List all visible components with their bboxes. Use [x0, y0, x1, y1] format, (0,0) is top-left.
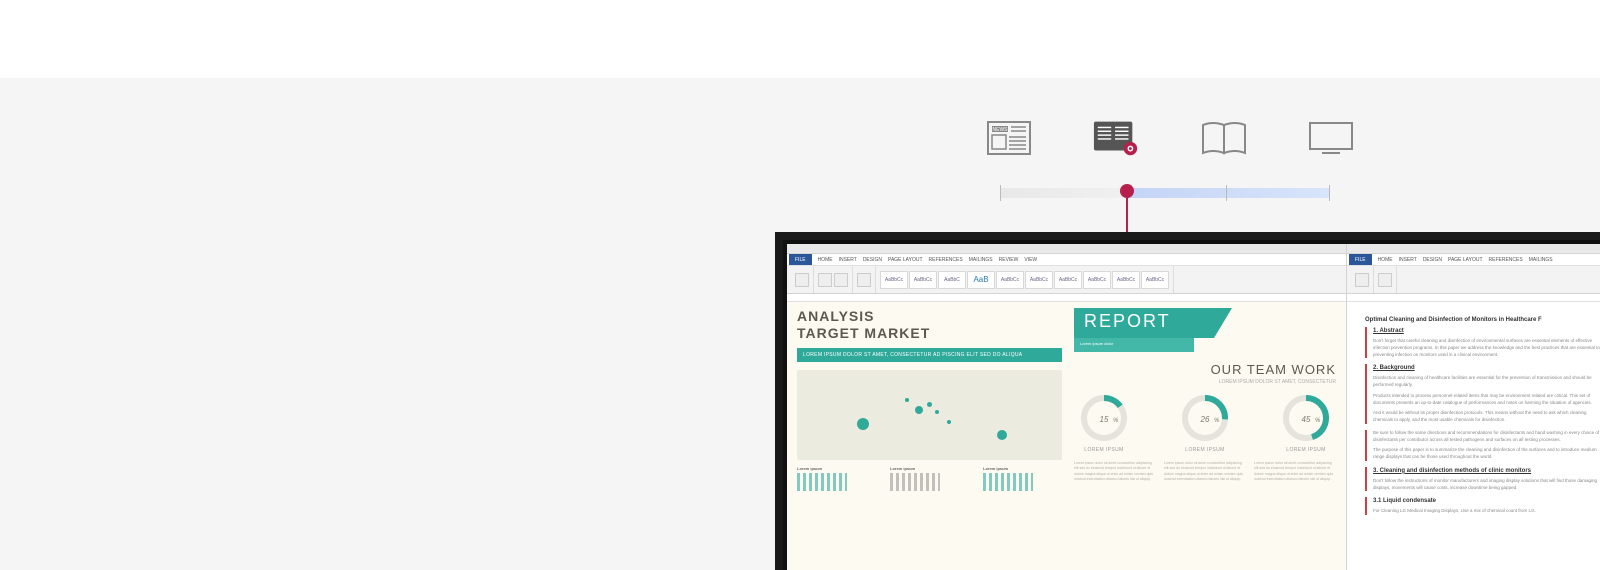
svg-text:NEWS: NEWS [993, 127, 1009, 133]
heading: 3.1 Liquid condensate [1373, 497, 1600, 506]
world-map [797, 370, 1062, 460]
ribbon-tab[interactable]: VIEW [1024, 257, 1037, 263]
ribbon-tab[interactable]: PAGE LAYOUT [1448, 257, 1483, 263]
legend-col: Lorem ipsum [983, 466, 1062, 491]
team-subtitle: LOREM IPSUM DOLOR ST AMET, CONSECTETUR [1074, 379, 1336, 385]
paragraph: Be sure to follow the same directions an… [1373, 430, 1600, 444]
svg-text:26: 26 [1200, 415, 1210, 424]
paragraph: For Cleaning LG Medical Imaging Displays… [1373, 508, 1600, 515]
ribbon-tabs: FILE HOME INSERT DESIGN PAGE LAYOUT REFE… [1347, 254, 1600, 266]
style-swatch[interactable]: AaBbCc [909, 271, 937, 289]
monitor-screen: FILE HOME INSERT DESIGN PAGE LAYOUT REFE… [787, 244, 1600, 570]
ribbon-tab[interactable]: MAILINGS [969, 257, 993, 263]
report-banner: REPORT Lorem ipsum dolor [1074, 308, 1336, 354]
paragraph: Don't follow the instructions of monitor… [1373, 478, 1600, 492]
font-controls[interactable] [1378, 273, 1392, 287]
donut-label: LOREM IPSUM [1278, 447, 1334, 453]
heading: 2. Background [1373, 364, 1600, 373]
svg-text:%: % [1113, 418, 1119, 424]
team-title: OUR TEAM WORK [1074, 362, 1336, 377]
ribbon-tab[interactable]: DESIGN [1423, 257, 1442, 263]
style-swatch[interactable]: AaBbCc [1141, 271, 1169, 289]
paragraph: And it would be without its proper disin… [1373, 410, 1600, 424]
legend-row: Lorem ipsum Lorem ipsum Lorem ipsum [797, 466, 1062, 491]
window-titlebar [1347, 244, 1600, 254]
donut-row: 15 % LOREM IPSUM 26 % [1074, 393, 1336, 453]
donut-chart: 45 % LOREM IPSUM [1278, 393, 1334, 453]
file-tab[interactable]: FILE [1349, 254, 1372, 265]
donut-chart: 15 % LOREM IPSUM [1076, 393, 1132, 453]
analysis-title: ANALYSIS TARGET MARKET [797, 308, 1062, 342]
svg-text:%: % [1315, 418, 1321, 424]
document-canvas: ANALYSIS TARGET MARKET LOREM IPSUM DOLOR… [787, 302, 1346, 570]
ribbon-tab[interactable]: REVIEW [999, 257, 1019, 263]
report-panel: REPORT Lorem ipsum dolor OUR TEAM WORK L… [1074, 308, 1336, 482]
report-sub: Lorem ipsum dolor [1074, 338, 1194, 352]
style-swatch[interactable]: AaBbCc [996, 271, 1024, 289]
ribbon-tab[interactable]: REFERENCES [1489, 257, 1523, 263]
news-mode-icon[interactable]: NEWS [985, 120, 1033, 156]
donut-chart: 26 % LOREM IPSUM [1177, 393, 1233, 453]
style-swatch[interactable]: AaBbCc [1083, 271, 1111, 289]
ribbon-tab[interactable]: DESIGN [863, 257, 882, 263]
ribbon-tab[interactable]: HOME [818, 257, 833, 263]
paragraph: Disinfection and cleaning of healthcare … [1373, 375, 1600, 389]
paste-icon[interactable] [1355, 273, 1369, 287]
svg-text:45: 45 [1302, 415, 1311, 424]
mode-selector: NEWS [985, 118, 1355, 158]
reader-mode-icon[interactable] [1092, 120, 1140, 156]
paragraph: Don't forget that careful cleaning and d… [1373, 338, 1600, 358]
donut-label: LOREM IPSUM [1177, 447, 1233, 453]
svg-text:%: % [1214, 418, 1220, 424]
donut-label: LOREM IPSUM [1076, 447, 1132, 453]
style-swatch[interactable]: AaBbCc [1112, 271, 1140, 289]
paste-icon[interactable] [795, 273, 809, 287]
legend-col: Lorem ipsum [797, 466, 876, 491]
style-swatch[interactable]: AaBbC [938, 271, 966, 289]
window-titlebar [787, 244, 1346, 254]
ribbon-tab[interactable]: INSERT [1399, 257, 1417, 263]
monitor-frame: FILE HOME INSERT DESIGN PAGE LAYOUT REFE… [775, 232, 1600, 570]
doc-title: Optimal Cleaning and Disinfection of Mon… [1365, 316, 1600, 325]
ruler [1347, 294, 1600, 302]
ribbon-tab[interactable]: HOME [1378, 257, 1393, 263]
ribbon-toolbar [1347, 266, 1600, 294]
monitor-mode-icon[interactable] [1307, 120, 1355, 156]
ribbon-tab[interactable]: PAGE LAYOUT [888, 257, 923, 263]
ribbon-tab[interactable]: MAILINGS [1529, 257, 1553, 263]
document-canvas: Optimal Cleaning and Disinfection of Mon… [1347, 302, 1600, 570]
book-mode-icon[interactable] [1200, 120, 1248, 156]
style-swatch[interactable]: AaBbCc [1054, 271, 1082, 289]
font-controls[interactable] [818, 273, 832, 287]
ribbon-tab[interactable]: REFERENCES [929, 257, 963, 263]
mode-slider-track[interactable] [1000, 188, 1330, 198]
report-body-columns: Lorem ipsum dolor sit amet consectetur a… [1074, 461, 1336, 482]
paragraph: The purpose of this paper is to summariz… [1373, 447, 1600, 461]
heading: 3. Cleaning and disinfection methods of … [1373, 467, 1600, 476]
ruler [787, 294, 1346, 302]
legend-col: Lorem ipsum [890, 466, 969, 491]
analysis-panel: ANALYSIS TARGET MARKET LOREM IPSUM DOLOR… [797, 308, 1062, 491]
file-tab[interactable]: FILE [789, 254, 812, 265]
style-swatch[interactable]: AaBbCc [1025, 271, 1053, 289]
style-swatch[interactable]: AaBbCc [880, 271, 908, 289]
paragraph: Products intended to process personnel-r… [1373, 393, 1600, 407]
font-controls[interactable] [834, 273, 848, 287]
report-title: REPORT [1084, 311, 1171, 332]
word-window-left: FILE HOME INSERT DESIGN PAGE LAYOUT REFE… [787, 244, 1347, 570]
heading: 1. Abstract [1373, 327, 1600, 336]
ribbon-toolbar: AaBbCc AaBbCc AaBbC AaB AaBbCc AaBbCc Aa… [787, 266, 1346, 294]
analysis-subtitle-bar: LOREM IPSUM DOLOR ST AMET, CONSECTETUR A… [797, 348, 1062, 362]
style-swatch[interactable]: AaB [967, 271, 995, 289]
word-window-right: FILE HOME INSERT DESIGN PAGE LAYOUT REFE… [1347, 244, 1600, 570]
svg-text:15: 15 [1100, 415, 1109, 424]
ribbon-tabs: FILE HOME INSERT DESIGN PAGE LAYOUT REFE… [787, 254, 1346, 266]
paragraph-controls[interactable] [857, 273, 871, 287]
ribbon-tab[interactable]: INSERT [839, 257, 857, 263]
